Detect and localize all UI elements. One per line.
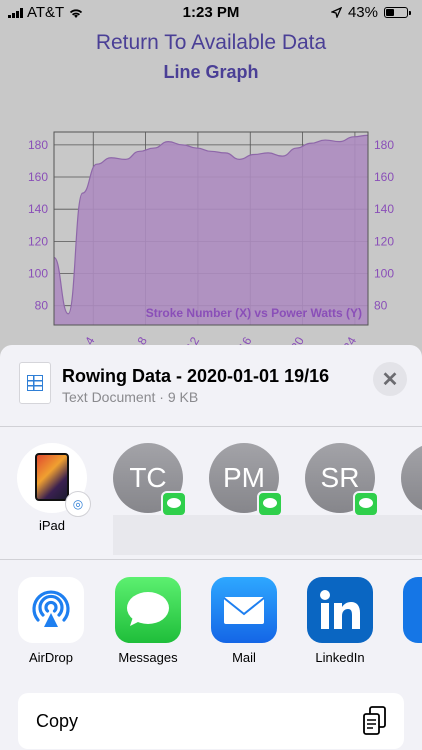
contact-initials: SR [320,462,360,493]
y-tick-label-right: 160 [374,170,394,184]
file-meta: Text Document · 9 KB [62,389,199,405]
copy-icon [363,706,386,735]
close-button[interactable]: ✕ [373,362,407,396]
copy-label: Copy [36,711,79,731]
y-tick-label-right: 80 [374,299,388,313]
x-tick-label: 24 [340,334,359,345]
app-label-mail: Mail [232,650,256,665]
app-label-linkedin: LinkedIn [315,650,365,665]
close-icon: ✕ [381,368,399,391]
y-tick-label-left: 120 [28,234,48,248]
airdrop-icon [32,590,70,627]
person-contact-a[interactable]: A [401,443,422,513]
app-airdrop[interactable] [18,577,84,643]
messages-badge-icon [161,491,187,517]
contact-initials: TC [129,462,167,493]
app-messages[interactable] [115,577,181,643]
mail-icon [223,597,265,624]
x-tick-label: 12 [183,334,202,345]
divider [0,559,422,560]
people-label-strip [113,515,422,555]
location-arrow-icon [330,7,342,18]
messages-icon [127,592,169,626]
y-tick-label-left: 180 [28,138,48,152]
power-line-graph: 80 80 100 100 120 120 140 140 160 160 180 180 4 8 12 16… [28,131,394,345]
status-bar: AT&T 1:23 PM 43% [0,0,422,24]
background-page-title: Return To Available Data [95,31,327,54]
background-page-subtitle: Line Graph [163,62,259,82]
app-label-partial: Fa [391,650,422,665]
messages-badge-icon [353,491,379,517]
status-right-group: 43% [330,4,411,21]
y-tick-label-right: 180 [374,138,394,152]
y-tick-label-left: 80 [35,299,49,313]
divider [0,426,422,427]
copy-action[interactable]: Copy [18,693,404,749]
x-tick-label: 4 [82,334,98,345]
app-mail[interactable] [211,577,277,643]
app-partial[interactable] [403,577,422,643]
battery-fill [386,9,395,16]
file-name: Rowing Data - 2020-01-01 19/16 [62,366,330,386]
y-tick-label-right: 100 [374,267,394,281]
x-tick-label: 20 [288,334,307,345]
battery-percent: 43% [347,4,378,21]
app-label-airdrop: AirDrop [28,650,74,665]
share-sheet: Rowing Data - 2020-01-01 19/16 Text Docu… [0,345,422,750]
y-tick-label-left: 160 [28,170,48,184]
person-label-ipad: iPad [38,518,66,533]
app-linkedin[interactable] [307,577,373,643]
airdrop-badge-icon: ◎ [65,491,91,517]
contact-initials: PM [223,462,265,493]
y-tick-label-right: 120 [374,234,394,248]
y-tick-label-left: 140 [28,202,48,216]
ipad-icon [35,453,69,501]
text-document-icon [19,362,51,404]
y-tick-label-left: 100 [28,267,48,281]
person-ipad[interactable]: ◎ [17,443,91,517]
x-tick-label: 16 [236,334,255,345]
y-tick-label-right: 140 [374,202,394,216]
battery-icon [384,7,411,18]
app-label-messages: Messages [118,650,178,665]
chart-annotation: Stroke Number (X) vs Power Watts (Y) [146,306,362,320]
x-tick-label: 8 [134,334,150,345]
messages-badge-icon [257,491,283,517]
linkedin-icon [320,590,360,629]
